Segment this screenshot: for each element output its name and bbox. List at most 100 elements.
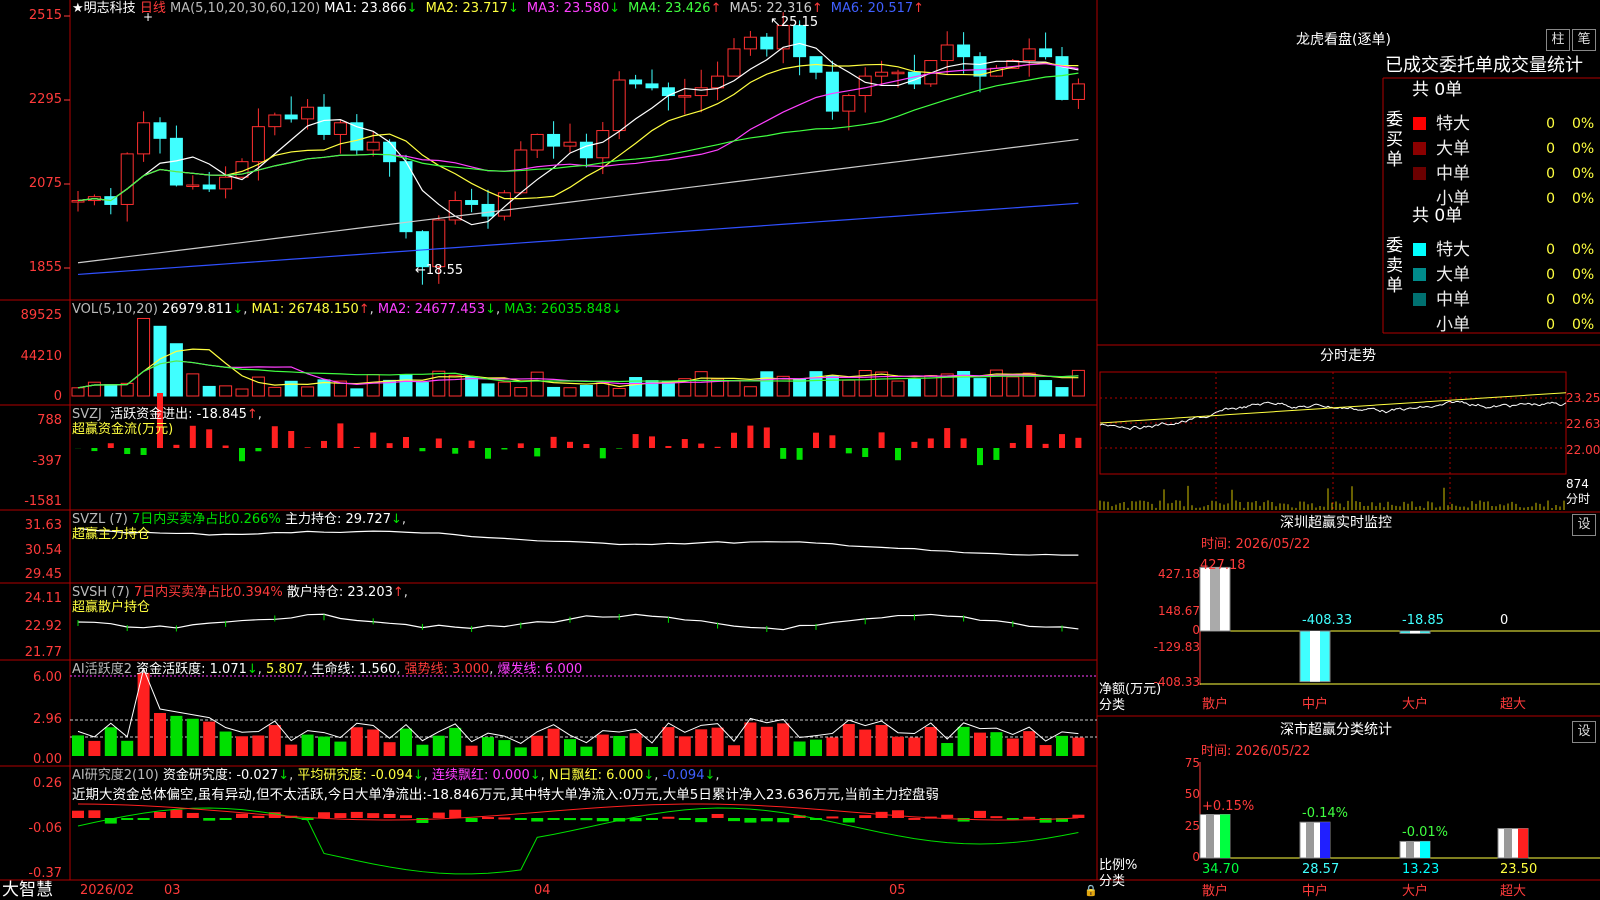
svsh-ytick-2: 21.77 xyxy=(24,645,62,660)
stock-name[interactable]: 明志科技 xyxy=(84,1,136,16)
activity-bar xyxy=(170,715,183,756)
candle-body xyxy=(760,36,774,50)
fund-flow-bar xyxy=(681,439,688,448)
sz-monitor-settings-button[interactable]: 设 xyxy=(1572,514,1596,536)
volume-bar xyxy=(104,384,118,397)
ma-arrow-3: ↓ xyxy=(609,1,621,16)
ai-research-ytick-1: -0.06 xyxy=(28,821,62,836)
tick-mode-button[interactable]: 笔 xyxy=(1572,29,1596,51)
research-bar xyxy=(646,818,658,820)
buy-row-label-3: 小单 xyxy=(1436,189,1470,209)
research-bar xyxy=(400,815,412,818)
fund-flow-bar xyxy=(321,440,327,448)
sz-monitor-category-2: 大户 xyxy=(1402,697,1429,712)
fund-flow-bar xyxy=(632,434,639,448)
volume-bar xyxy=(137,317,151,397)
volume-bar xyxy=(153,325,167,397)
activity-bar xyxy=(367,729,380,756)
activity-bar xyxy=(842,724,855,756)
research-bar xyxy=(154,811,166,818)
research-bar xyxy=(186,812,199,818)
intraday-ytick-0: 23.25 xyxy=(1566,391,1600,405)
fund-flow-bar xyxy=(107,443,114,448)
activity-bar xyxy=(564,739,576,756)
activity-bar xyxy=(859,729,872,756)
candle-body xyxy=(793,25,807,58)
fund-flow-bar xyxy=(222,445,229,448)
svzl-ytick-2: 29.45 xyxy=(24,567,62,582)
activity-bar xyxy=(908,737,921,756)
svsh-subtitle: 超赢散户持仓 xyxy=(72,600,151,615)
volume-bar xyxy=(1071,369,1085,397)
main-holding-line xyxy=(77,527,1079,556)
activity-bar xyxy=(810,739,822,756)
sell-color-swatch-2 xyxy=(1413,293,1426,306)
fund-flow-bar xyxy=(763,427,770,448)
fund-flow-bar xyxy=(288,430,295,448)
research-bar xyxy=(137,818,150,820)
svsh-ytick-1: 22.92 xyxy=(24,619,62,634)
research-bar xyxy=(170,809,183,818)
svsh-ytick-0: 24.11 xyxy=(24,591,62,606)
volume-bar xyxy=(629,377,643,397)
activity-bar xyxy=(400,728,412,756)
research-bar xyxy=(744,818,757,823)
volume-bar xyxy=(891,380,905,397)
buy-row-value-1: 0 xyxy=(1546,141,1555,157)
research-bar xyxy=(580,818,593,821)
candle-body xyxy=(120,153,134,205)
sell-color-swatch-1 xyxy=(1413,268,1426,281)
monitor-bar-shine xyxy=(1410,631,1420,634)
sz-class-title: 深市超赢分类统计 xyxy=(1280,722,1392,738)
volume-bar xyxy=(547,386,561,397)
volume-bar xyxy=(399,374,413,397)
ai-active-ytick-1: 2.96 xyxy=(33,712,62,727)
activity-bar xyxy=(1072,737,1085,756)
favorite-star-icon[interactable]: ★ xyxy=(72,1,84,16)
kline-ytick-0: 2515 xyxy=(28,8,62,23)
volume-bar xyxy=(612,387,626,397)
sz-monitor-unit2: 分类 xyxy=(1099,698,1126,713)
research-bar xyxy=(72,810,84,818)
volume-bar xyxy=(432,370,446,397)
sell-row-pct-2: 0% xyxy=(1572,292,1595,308)
activity-bar xyxy=(580,746,593,756)
buy-row-pct-0: 0% xyxy=(1572,116,1595,132)
ai-active-header: AI活跃度2 资金活跃度: 1.071↓, 5.807, 生命线: 1.560,… xyxy=(72,662,583,677)
volume-bar xyxy=(120,382,134,397)
volume-bar xyxy=(809,371,823,397)
sz-class-value-3: 23.50 xyxy=(1500,862,1538,877)
ai-research-comment: 近期大资金总体偏空,虽有异动,但不太活跃,今日大单净流出:-18.846万元,其… xyxy=(72,787,939,803)
sz-class-change-1: -0.14% xyxy=(1302,806,1348,822)
candle-body xyxy=(858,75,872,97)
high-price-label: ↖25.15 xyxy=(770,15,819,30)
vol-ytick-2: 0 xyxy=(53,389,62,404)
brand-logo[interactable]: 大智慧 xyxy=(2,881,53,900)
intraday-title: 分时走势 xyxy=(1320,348,1376,364)
sz-class-settings-button[interactable]: 设 xyxy=(1572,721,1596,743)
activity-bar xyxy=(924,726,937,756)
activity-bar xyxy=(514,747,527,756)
activity-bar xyxy=(186,718,199,756)
activity-bar xyxy=(482,737,494,756)
sz-monitor-category-1: 中户 xyxy=(1302,697,1329,712)
sz-monitor-value-1: -408.33 xyxy=(1302,613,1353,628)
activity-bar xyxy=(990,732,1003,756)
volume-bar xyxy=(350,388,364,397)
fund-flow-bar xyxy=(140,448,147,455)
sell-row-value-1: 0 xyxy=(1546,267,1555,283)
main-chart-canvas[interactable] xyxy=(0,0,1600,900)
activity-bar xyxy=(613,735,626,756)
activity-bar xyxy=(318,736,330,756)
activity-bar xyxy=(875,725,888,756)
ma-line-60 xyxy=(77,138,1079,264)
sell-row-pct-3: 0% xyxy=(1572,317,1595,333)
sell-row-label-0: 特大 xyxy=(1436,240,1470,260)
research-bar xyxy=(121,818,134,820)
crosshair-icon: + xyxy=(143,10,154,24)
sell-row-pct-1: 0% xyxy=(1572,267,1595,283)
bar-mode-button[interactable]: 柱 xyxy=(1546,29,1570,51)
research-bar xyxy=(990,816,1003,819)
sz-class-time: 时间: 2026/05/22 xyxy=(1201,744,1311,759)
lock-icon[interactable]: 🔒 xyxy=(1084,883,1098,898)
